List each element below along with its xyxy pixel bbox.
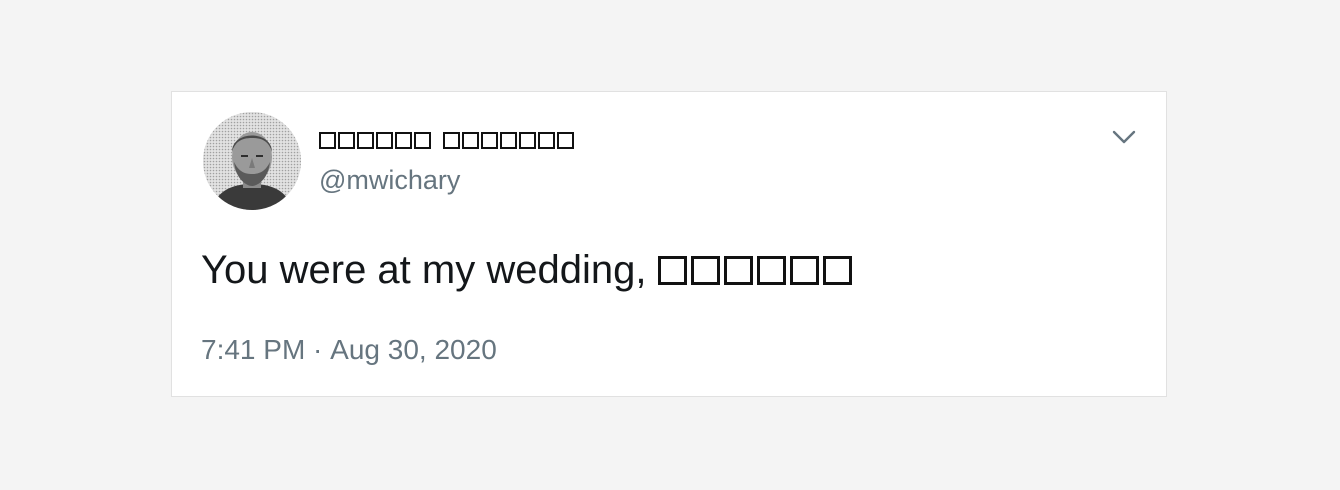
timestamp-separator: · <box>305 334 331 365</box>
display-name[interactable] <box>319 127 576 153</box>
display-name-glyph <box>376 131 393 149</box>
chevron-down-icon[interactable] <box>1110 126 1138 148</box>
tweet-timestamp[interactable]: 7:41 PM · Aug 30, 2020 <box>201 330 497 370</box>
display-name-glyph <box>443 131 460 149</box>
user-handle[interactable]: @mwichary <box>319 162 460 198</box>
display-name-glyph <box>395 131 412 149</box>
avatar[interactable] <box>203 112 301 210</box>
display-name-glyph <box>462 131 479 149</box>
display-name-glyph <box>519 131 536 149</box>
display-name-glyph <box>538 131 555 149</box>
tweet-text-content: You were at my wedding, <box>201 248 647 292</box>
tweet-card[interactable]: @mwichary You were at my wedding, 7:41 P… <box>171 91 1167 397</box>
tweet-time[interactable]: 7:41 PM <box>201 330 305 370</box>
display-name-glyph <box>557 131 574 149</box>
display-name-glyph <box>357 131 374 149</box>
display-name-glyph <box>319 131 336 149</box>
tweet-date[interactable]: Aug 30, 2020 <box>330 330 497 370</box>
tweet-text: You were at my wedding, <box>201 244 856 296</box>
display-name-glyph <box>414 131 431 149</box>
tweet-text-unrendered-glyphs <box>658 255 856 285</box>
display-name-glyph <box>500 131 517 149</box>
display-name-glyph <box>338 131 355 149</box>
display-name-glyph <box>481 131 498 149</box>
